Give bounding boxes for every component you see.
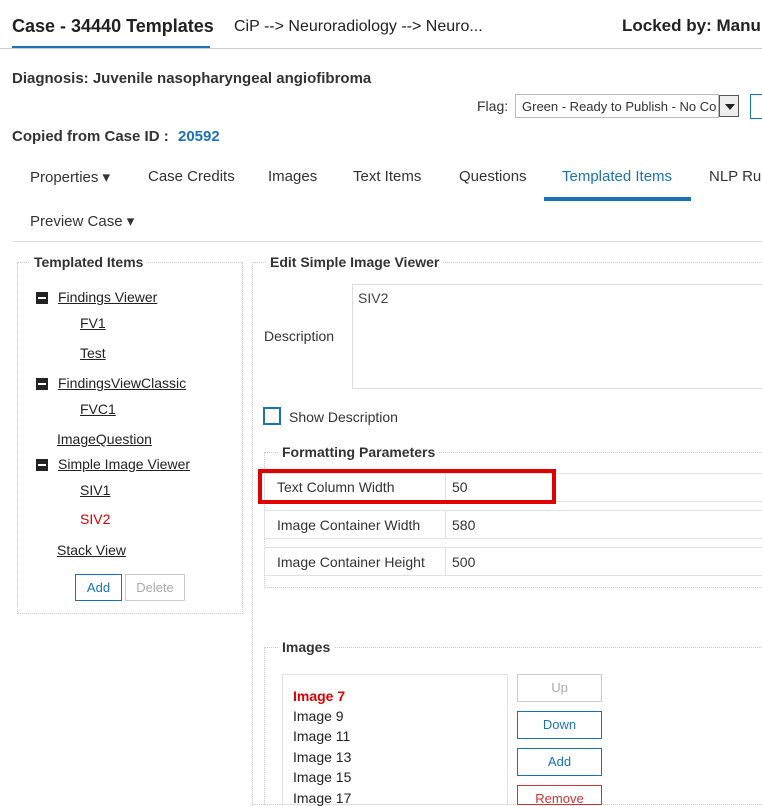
images-legend: Images (278, 639, 335, 655)
tab-questions[interactable]: Questions (459, 168, 527, 185)
edit-panel-legend: Edit Simple Image Viewer (266, 254, 444, 270)
diagnosis-label: Diagnosis: Juvenile nasopharyngeal angio… (12, 70, 372, 87)
tree-group-findings-viewer[interactable]: Findings Viewer (58, 289, 157, 305)
formatting-parameters-legend: Formatting Parameters (278, 444, 440, 460)
remove-image-button[interactable]: Remove (517, 785, 602, 805)
tree-item-fv1[interactable]: FV1 (80, 315, 106, 331)
locked-by-label: Locked by: Manu (622, 16, 761, 35)
tab-text-items[interactable]: Text Items (353, 168, 421, 185)
tab-templated-items[interactable]: Templated Items (562, 168, 672, 185)
flag-label: Flag: (477, 98, 509, 114)
highlight-annotation-box (258, 469, 556, 504)
flag-select[interactable]: Green - Ready to Publish - No Co (515, 94, 719, 118)
tree-item-siv1[interactable]: SIV1 (80, 482, 110, 498)
tree-item-stack-view[interactable]: Stack View (57, 542, 126, 558)
collapse-icon[interactable] (36, 459, 48, 471)
image-container-width-input[interactable]: 580 (452, 517, 475, 533)
image-container-height-input-box[interactable] (445, 547, 762, 576)
copied-case-link[interactable]: 20592 (178, 128, 220, 145)
image-container-height-input[interactable]: 500 (452, 554, 475, 570)
tab-properties[interactable]: Properties ▾ (30, 168, 110, 186)
collapse-icon[interactable] (36, 292, 48, 304)
add-template-button[interactable]: Add (75, 574, 122, 601)
move-up-button[interactable]: Up (517, 674, 602, 702)
image-container-width-label: Image Container Width (277, 517, 421, 533)
tab-images[interactable]: Images (268, 168, 317, 185)
tree-group-simple-image-viewer[interactable]: Simple Image Viewer (58, 456, 190, 472)
tree-item-siv2-selected[interactable]: SIV2 (80, 511, 110, 527)
tab-nlp-rules[interactable]: NLP Rul (709, 168, 762, 185)
breadcrumb[interactable]: CiP --> Neuroradiology --> Neuro... (234, 18, 483, 36)
list-item[interactable]: Image 13 (293, 749, 351, 765)
list-item[interactable]: Image 9 (293, 708, 344, 724)
delete-template-button[interactable]: Delete (125, 574, 185, 601)
copied-from-label: Copied from Case ID : (12, 128, 169, 145)
tree-item-image-question[interactable]: ImageQuestion (57, 431, 152, 447)
tree-item-test[interactable]: Test (80, 345, 106, 361)
chevron-down-icon[interactable] (719, 95, 739, 117)
description-textarea[interactable]: SIV2 (352, 284, 762, 389)
list-item[interactable]: Image 7 (293, 688, 345, 704)
tree-group-findings-view-classic[interactable]: FindingsViewClassic (58, 375, 186, 391)
templated-items-legend: Templated Items (30, 254, 148, 270)
header-divider (0, 48, 762, 49)
move-down-button[interactable]: Down (517, 711, 602, 739)
description-label: Description (264, 328, 335, 344)
tab-preview-case[interactable]: Preview Case ▾ (30, 212, 134, 230)
image-container-width-input-box[interactable] (445, 510, 762, 539)
page-title: Case - 34440 Templates (12, 16, 214, 36)
active-tab-indicator (544, 197, 691, 201)
list-item[interactable]: Image 11 (293, 728, 350, 744)
tabs-divider (12, 241, 762, 242)
show-description-checkbox[interactable] (263, 407, 281, 425)
collapse-icon[interactable] (36, 378, 48, 390)
image-container-height-label: Image Container Height (277, 554, 425, 570)
tab-case-credits[interactable]: Case Credits (148, 168, 235, 185)
list-item[interactable]: Image 17 (293, 790, 351, 806)
list-item[interactable]: Image 15 (293, 769, 351, 785)
tree-item-fvc1[interactable]: FVC1 (80, 401, 116, 417)
flag-side-button[interactable] (750, 94, 762, 119)
add-image-button[interactable]: Add (517, 748, 602, 776)
show-description-label: Show Description (289, 409, 398, 425)
